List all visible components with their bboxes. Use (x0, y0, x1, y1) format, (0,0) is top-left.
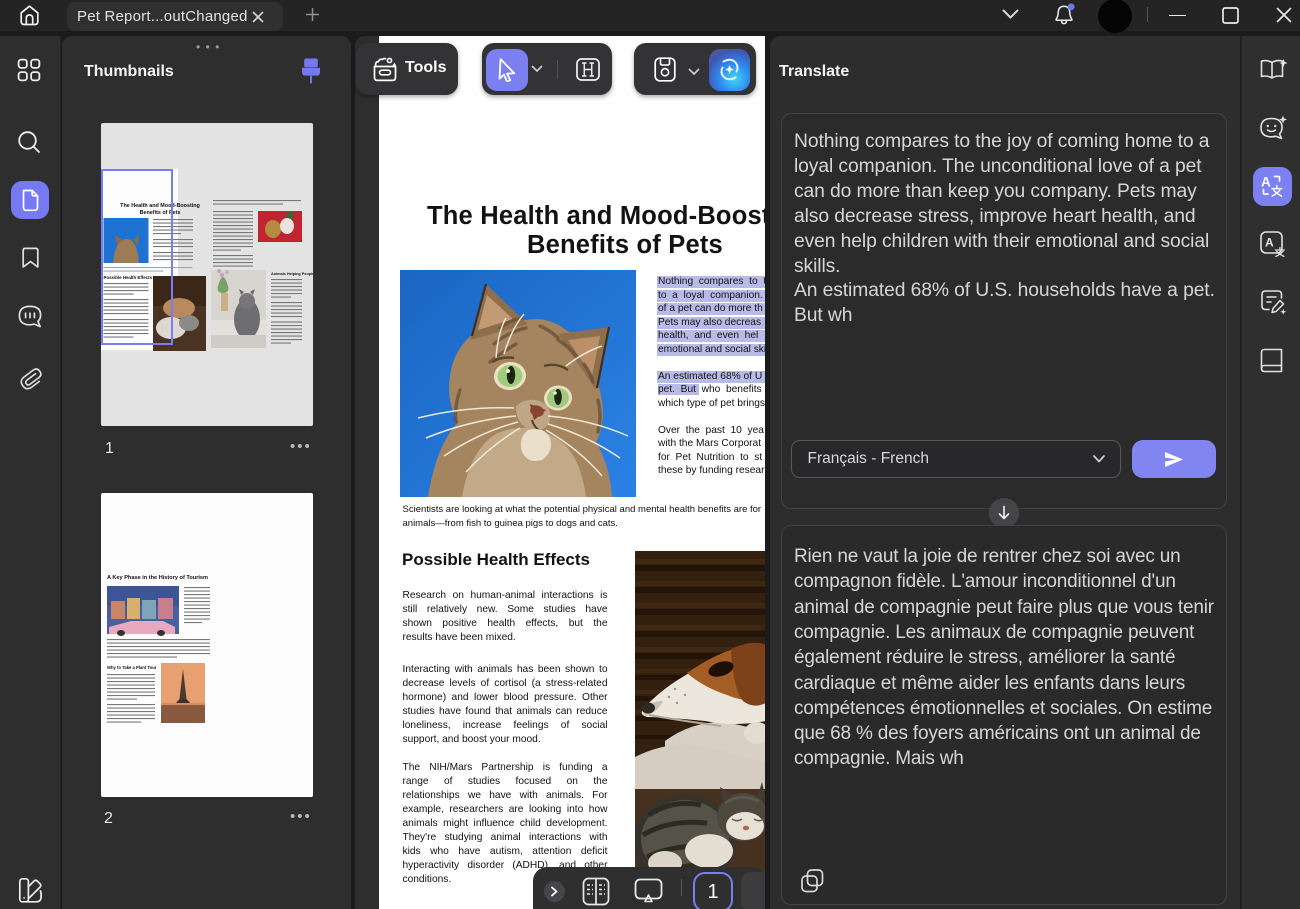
svg-text:Animals Helping People: Animals Helping People (271, 272, 313, 276)
svg-text:A Key Phase in the History of: A Key Phase in the History of Tourism (107, 575, 208, 581)
svg-text:Why to Take a Plant Tour: Why to Take a Plant Tour (107, 665, 157, 670)
svg-text:A: A (1261, 175, 1271, 190)
svg-text:A: A (1265, 236, 1274, 250)
